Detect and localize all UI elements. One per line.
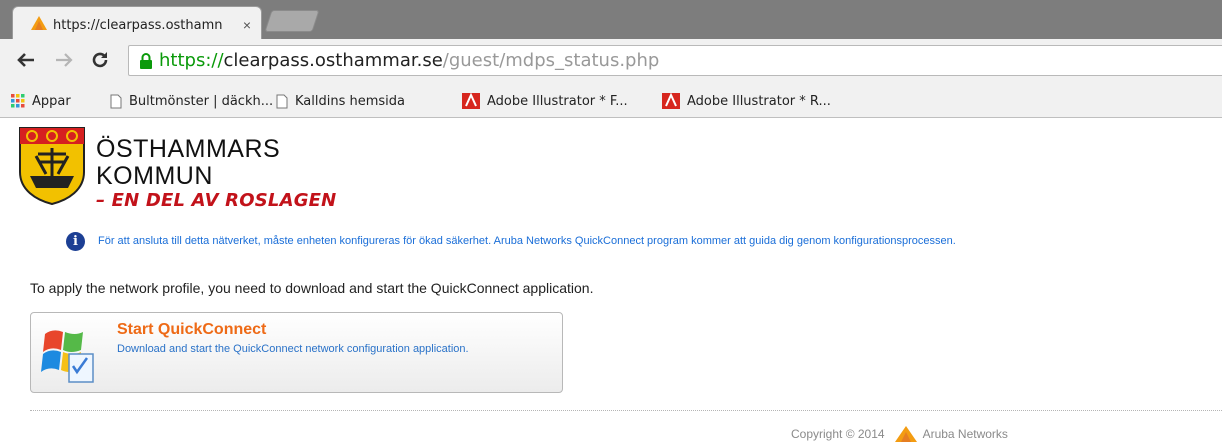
url-host: clearpass.osthammar.se <box>223 50 443 71</box>
url-path: /guest/mdps_status.php <box>442 50 660 71</box>
adobe-icon <box>462 93 480 109</box>
aruba-brand-text: Aruba Networks <box>922 427 1008 441</box>
logo-tagline: – EN DEL AV ROSLAGEN <box>96 190 337 211</box>
bookmark-apps[interactable]: Appar <box>11 91 71 111</box>
bookmark-adobe-illustrator-f[interactable]: Adobe Illustrator * F... <box>462 91 628 111</box>
reload-icon <box>92 52 108 68</box>
tab-close-icon[interactable]: × <box>243 17 251 33</box>
info-icon: i <box>66 231 85 251</box>
quickconnect-title: Start QuickConnect <box>117 321 267 338</box>
footer-divider <box>30 410 1222 411</box>
forward-button[interactable] <box>51 47 77 73</box>
bookmark-label: Appar <box>32 93 71 109</box>
aruba-logo-icon <box>894 426 917 442</box>
bookmark-bultmonster[interactable]: Bultmönster | däckh... <box>110 91 273 111</box>
reload-button[interactable] <box>87 47 113 73</box>
aruba-favicon-icon <box>31 15 47 35</box>
info-message: i För att ansluta till detta nätverket, … <box>66 229 1216 253</box>
instruction-text: To apply the network profile, you need t… <box>30 280 594 296</box>
logo-line-2: KOMMUN <box>96 162 213 190</box>
address-bar[interactable]: https://clearpass.osthammar.se/guest/mdp… <box>128 45 1222 76</box>
logo-line-1: ÖSTHAMMARS <box>96 135 281 163</box>
url-scheme: https:// <box>159 50 224 71</box>
bookmark-label: Adobe Illustrator * R... <box>687 93 831 109</box>
bookmark-label: Kalldins hemsida <box>295 93 405 109</box>
back-arrow-icon <box>17 53 34 67</box>
new-tab-button[interactable] <box>264 10 320 32</box>
browser-toolbar: https://clearpass.osthammar.se/guest/mdp… <box>0 39 1222 82</box>
tab-title: https://clearpass.osthamn <box>53 17 223 33</box>
forward-arrow-icon <box>56 53 73 67</box>
bookmark-label: Adobe Illustrator * F... <box>487 93 628 109</box>
adobe-icon <box>662 93 680 109</box>
windows-installer-icon <box>41 326 97 389</box>
osthammar-coat-of-arms-icon <box>18 126 86 211</box>
bookmark-adobe-illustrator-r[interactable]: Adobe Illustrator * R... <box>662 91 831 111</box>
quickconnect-description: Download and start the QuickConnect netw… <box>117 343 469 355</box>
info-text: För att ansluta till detta nätverket, må… <box>98 235 956 247</box>
back-button[interactable] <box>13 47 39 73</box>
footer: Copyright © 2014 Aruba Networks <box>791 426 1008 442</box>
secure-lock-icon <box>140 52 152 69</box>
bookmark-kalldins[interactable]: Kalldins hemsida <box>276 91 405 111</box>
browser-tab[interactable]: https://clearpass.osthamn × <box>12 6 262 39</box>
bookmark-label: Bultmönster | däckh... <box>129 93 274 109</box>
page-icon <box>110 94 122 109</box>
url-text: https://clearpass.osthammar.se/guest/mdp… <box>159 50 659 71</box>
page-icon <box>276 94 288 109</box>
start-quickconnect-button[interactable]: Start QuickConnect Download and start th… <box>30 312 563 393</box>
tab-strip: https://clearpass.osthamn × <box>0 0 1222 39</box>
copyright-text: Copyright © 2014 <box>791 427 885 441</box>
bookmarks-bar: Appar Bultmönster | däckh... Kalldins he… <box>0 82 1222 118</box>
apps-grid-icon <box>11 94 25 108</box>
